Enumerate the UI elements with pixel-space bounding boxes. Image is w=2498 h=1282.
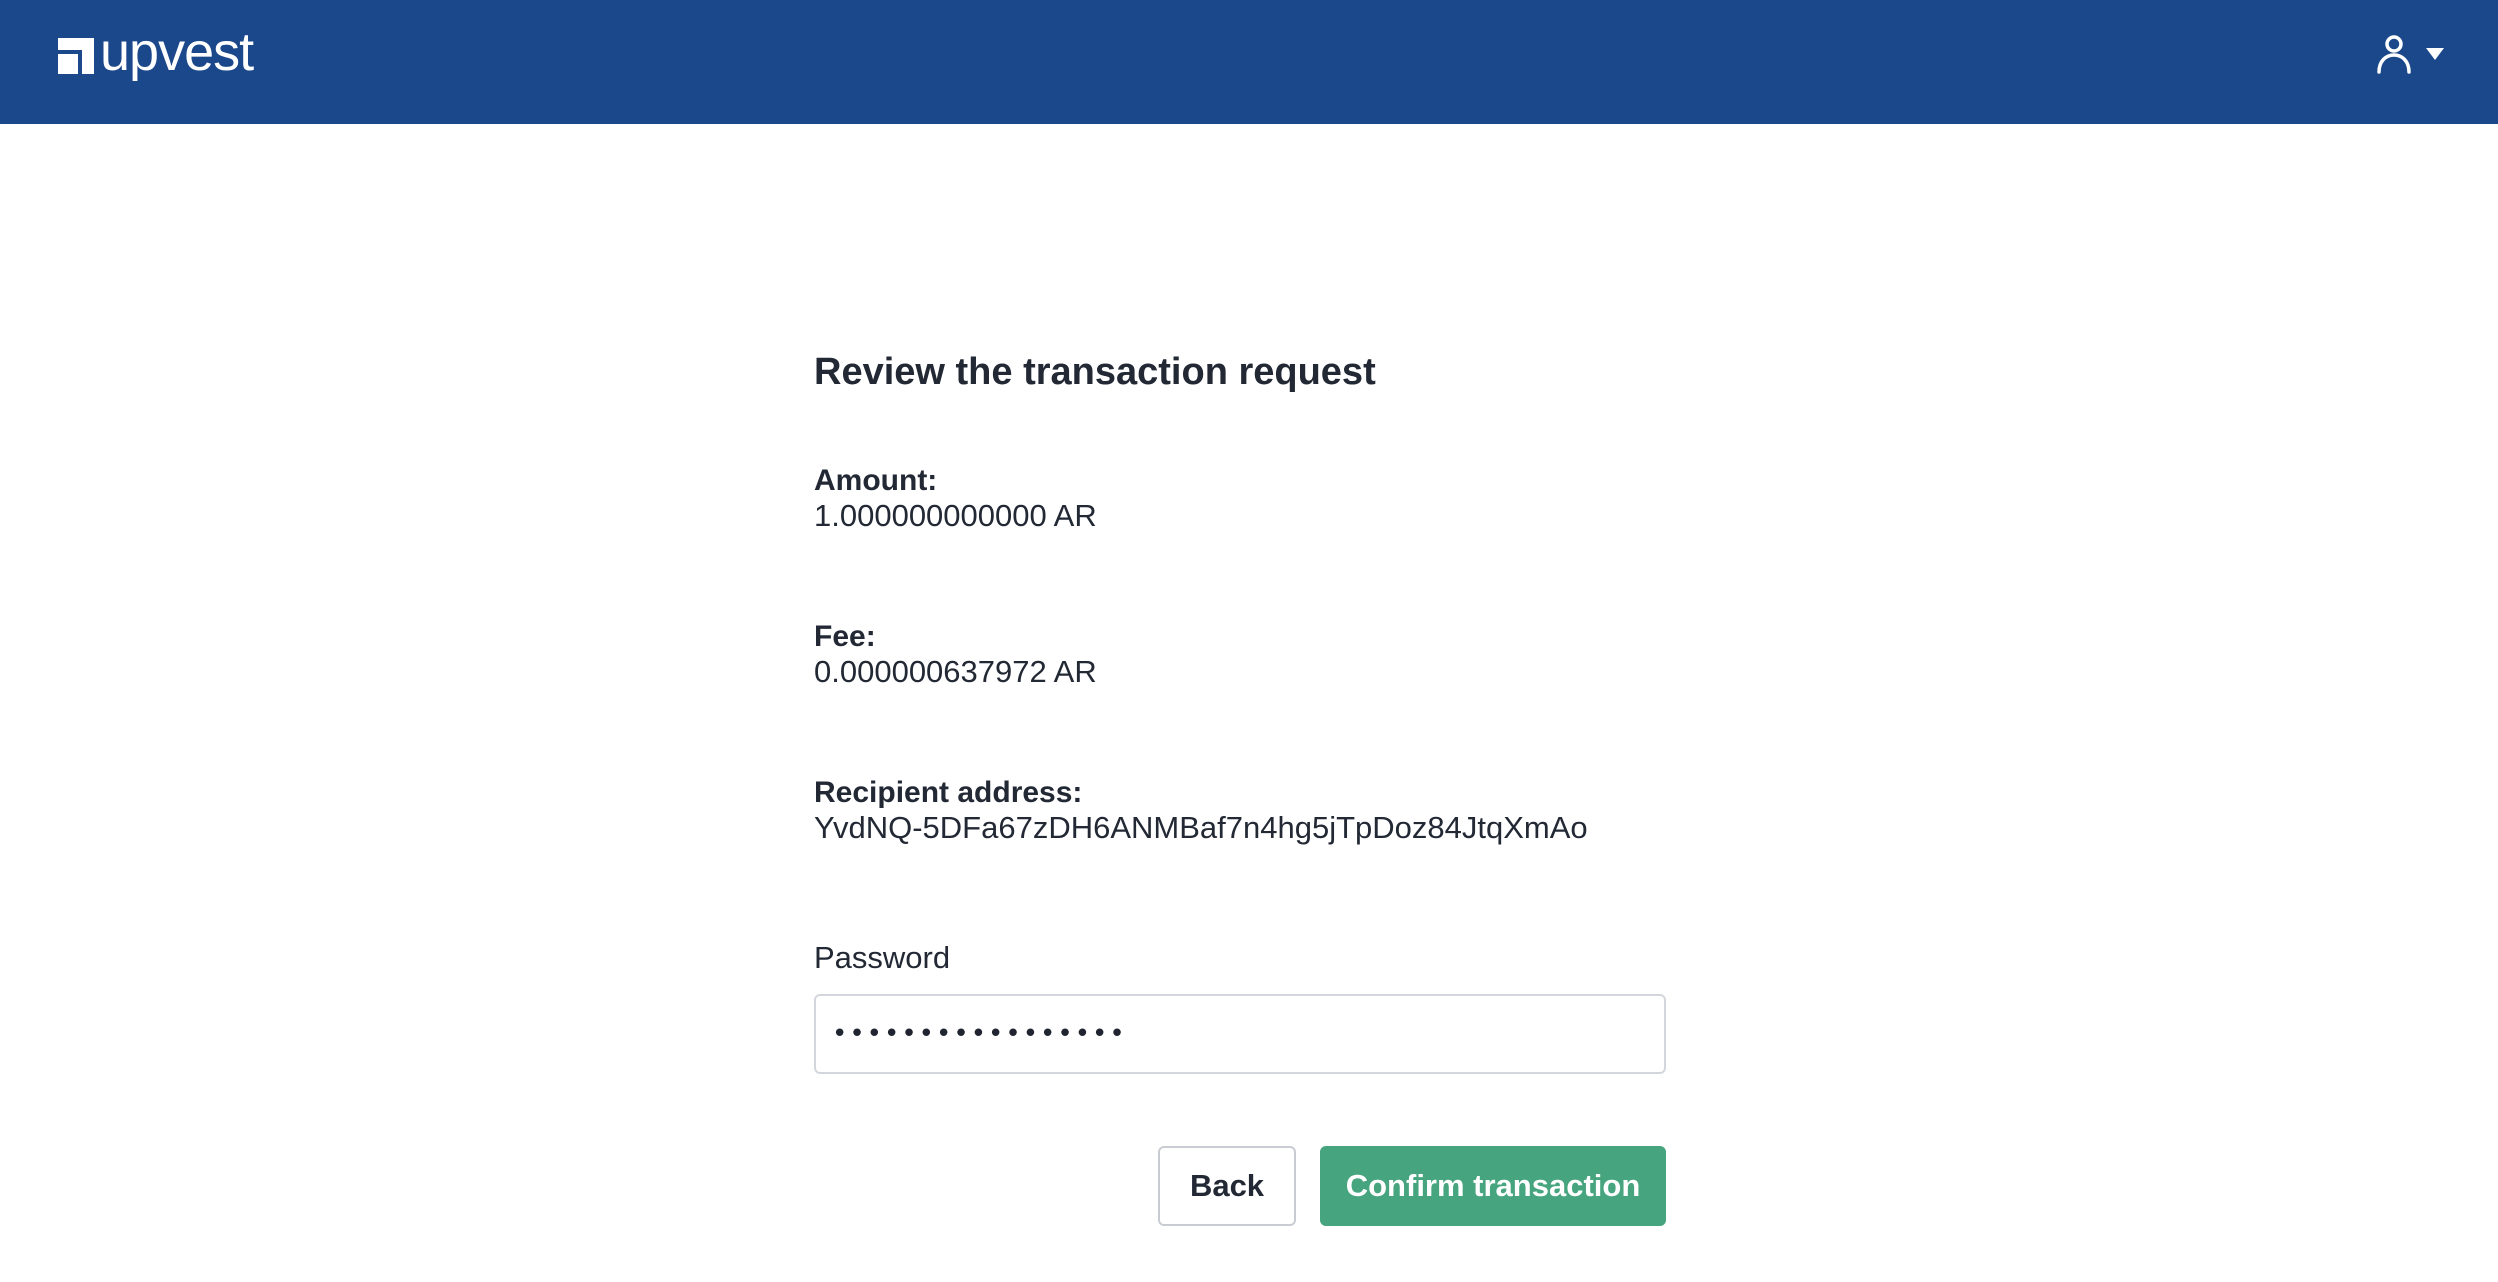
amount-value: 1.000000000000 AR — [814, 498, 1097, 533]
confirm-transaction-button[interactable]: Confirm transaction — [1320, 1146, 1666, 1226]
password-input[interactable] — [814, 994, 1666, 1074]
user-menu-button[interactable] — [2374, 32, 2444, 76]
recipient-address-label: Recipient address: — [814, 776, 1083, 809]
user-icon — [2374, 32, 2414, 76]
logo-mark-icon — [58, 38, 94, 74]
recipient-address-value: YvdNQ-5DFa67zDH6ANMBaf7n4hg5jTpDoz84JtqX… — [814, 810, 1588, 845]
upvest-logo[interactable]: upvest — [58, 22, 254, 82]
amount-label: Amount: — [814, 464, 938, 497]
page-title: Review the transaction request — [814, 351, 1376, 393]
top-navigation-bar: upvest — [0, 0, 2498, 124]
transaction-review-form: Review the transaction request Amount: 1… — [814, 348, 1666, 1226]
password-label: Password — [814, 940, 951, 975]
brand-name: upvest — [100, 22, 254, 82]
fee-value: 0.000000637972 AR — [814, 654, 1097, 689]
back-button[interactable]: Back — [1158, 1146, 1296, 1226]
chevron-down-icon — [2426, 48, 2444, 60]
fee-label: Fee: — [814, 620, 876, 653]
